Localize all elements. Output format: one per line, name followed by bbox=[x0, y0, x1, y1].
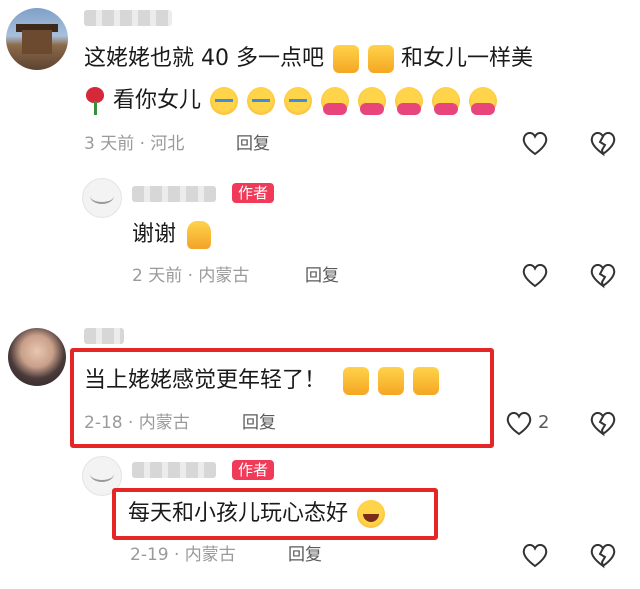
heart-outline-icon[interactable] bbox=[504, 408, 534, 438]
thumbs-up-emoji-icon bbox=[378, 367, 405, 395]
hugging-emoji-icon bbox=[358, 87, 387, 115]
thumbs-up-emoji-icon bbox=[332, 45, 359, 73]
comment-text: 当上姥姥感觉更年轻了！ bbox=[84, 366, 440, 396]
broken-heart-icon[interactable] bbox=[588, 128, 618, 158]
blurred-username bbox=[84, 328, 124, 344]
comment-text-part1: 谢谢 bbox=[132, 222, 177, 247]
author-avatar[interactable] bbox=[82, 178, 122, 218]
author-badge: 作者 bbox=[232, 183, 275, 203]
crying-emoji-icon bbox=[284, 87, 313, 115]
praying-hands-emoji-icon bbox=[187, 221, 212, 249]
comment-meta: 3 天前 · 河北 bbox=[84, 134, 185, 154]
thumbs-up-emoji-icon bbox=[413, 367, 440, 395]
rose-emoji-icon bbox=[84, 87, 106, 115]
hugging-emoji-icon bbox=[432, 87, 461, 115]
comment-text-part1: 当上姥姥感觉更年轻了！ bbox=[84, 368, 327, 393]
heart-outline-icon[interactable] bbox=[520, 260, 550, 290]
blurred-username bbox=[132, 462, 216, 478]
like-count: 2 bbox=[538, 412, 550, 433]
heart-outline-icon[interactable] bbox=[520, 128, 550, 158]
comment-text: 每天和小孩儿玩心态好 bbox=[128, 499, 386, 529]
comment-meta: 2 天前 · 内蒙古 bbox=[132, 266, 250, 286]
crying-emoji-icon bbox=[210, 87, 239, 115]
comment-text-part2: 和女儿一样美 bbox=[400, 46, 533, 71]
comment-meta: 2-18 · 内蒙古 bbox=[84, 413, 190, 433]
comment-meta: 2-19 · 内蒙古 bbox=[130, 545, 236, 565]
hugging-emoji-icon bbox=[469, 87, 498, 115]
comment-text-part1: 每天和小孩儿玩心态好 bbox=[128, 501, 349, 526]
crying-emoji-icon bbox=[247, 87, 276, 115]
reply-button[interactable]: 回复 bbox=[288, 544, 322, 566]
blurred-username bbox=[84, 10, 172, 26]
comment-text: 谢谢 bbox=[132, 220, 212, 250]
author-badge: 作者 bbox=[232, 460, 275, 480]
hugging-emoji-icon bbox=[395, 87, 424, 115]
blurred-username bbox=[132, 186, 216, 202]
comment-text: 这姥姥也就 40 多一点吧 和女儿一样美 bbox=[84, 44, 533, 74]
broken-heart-icon[interactable] bbox=[588, 260, 618, 290]
comment-text-line2: 看你女儿 bbox=[84, 86, 498, 116]
commenter-avatar[interactable] bbox=[6, 8, 68, 70]
heart-outline-icon[interactable] bbox=[520, 540, 550, 570]
broken-heart-icon[interactable] bbox=[588, 408, 618, 438]
broken-heart-icon[interactable] bbox=[588, 540, 618, 570]
reply-button[interactable]: 回复 bbox=[242, 412, 276, 434]
commenter-avatar[interactable] bbox=[8, 328, 66, 386]
comment-text-part1: 这姥姥也就 40 多一点吧 bbox=[84, 46, 324, 71]
thumbs-up-emoji-icon bbox=[367, 45, 394, 73]
comment-text-part3: 看你女儿 bbox=[113, 88, 202, 113]
reply-button[interactable]: 回复 bbox=[305, 265, 339, 287]
thumbs-up-emoji-icon bbox=[343, 367, 370, 395]
laughing-emoji-icon bbox=[357, 500, 386, 528]
hugging-emoji-icon bbox=[321, 87, 350, 115]
reply-button[interactable]: 回复 bbox=[236, 133, 270, 155]
